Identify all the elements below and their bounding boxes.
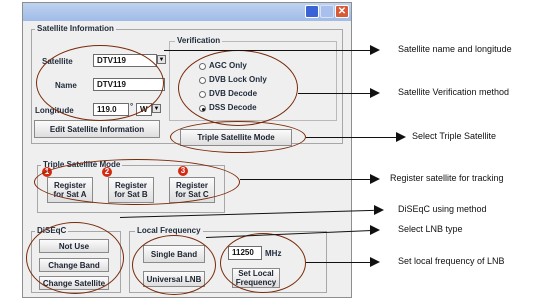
arrow-head-lnb-type: [370, 225, 380, 235]
direction-dropdown-arrow[interactable]: ▼: [152, 104, 161, 113]
local-frequency-title: Local Frequency: [135, 226, 203, 235]
arrow-line-satellite-info: [164, 50, 372, 51]
title-bar[interactable]: ✕: [23, 3, 351, 21]
arrow-head-register: [370, 174, 380, 184]
annotation-verification: Satellite Verification method: [398, 87, 510, 97]
annotation-lnb-type: Select LNB type: [398, 224, 463, 234]
highlight-ellipse-local-frequency: [220, 233, 306, 293]
verification-title: Verification: [175, 36, 223, 45]
arrow-line-local-frequency: [306, 262, 372, 263]
arrow-head-satellite-info: [370, 45, 380, 55]
highlight-ellipse-register: [34, 159, 240, 205]
arrow-head-verification: [370, 88, 380, 98]
arrow-line-triple: [306, 137, 398, 138]
satellite-dropdown-arrow[interactable]: ▼: [157, 55, 166, 64]
minimize-button[interactable]: [305, 5, 319, 18]
annotation-diseqc: DiSEqC using method: [398, 204, 487, 214]
arrow-head-triple: [396, 132, 406, 142]
satellite-information-title: Satellite Information: [35, 24, 116, 33]
annotation-satellite-name: Satellite name and longitude: [398, 44, 512, 54]
arrow-line-register: [240, 179, 372, 180]
highlight-ellipse-satellite-info: [36, 45, 164, 121]
arrow-head-local-frequency: [370, 257, 380, 267]
chevron-down-icon: ▼: [153, 106, 160, 112]
edit-satellite-information-label: Edit Satellite Information: [49, 124, 145, 134]
edit-satellite-information-button[interactable]: Edit Satellite Information: [34, 120, 160, 138]
maximize-button[interactable]: [320, 5, 334, 18]
highlight-ellipse-verification: [178, 50, 298, 126]
annotation-select-triple: Select Triple Satellite: [412, 131, 497, 141]
close-icon: ✕: [337, 6, 347, 17]
highlight-ellipse-diseqc: [26, 222, 124, 294]
arrow-line-verification: [298, 93, 372, 94]
chevron-down-icon: ▼: [158, 57, 165, 63]
arrow-head-diseqc: [374, 205, 384, 215]
annotation-local-frequency: Set local frequency of LNB: [398, 256, 505, 266]
highlight-ellipse-triple-mode: [170, 121, 306, 153]
close-button[interactable]: ✕: [335, 5, 349, 18]
annotation-register: Register satellite for tracking: [390, 173, 504, 183]
highlight-ellipse-lnb-type: [132, 235, 216, 295]
